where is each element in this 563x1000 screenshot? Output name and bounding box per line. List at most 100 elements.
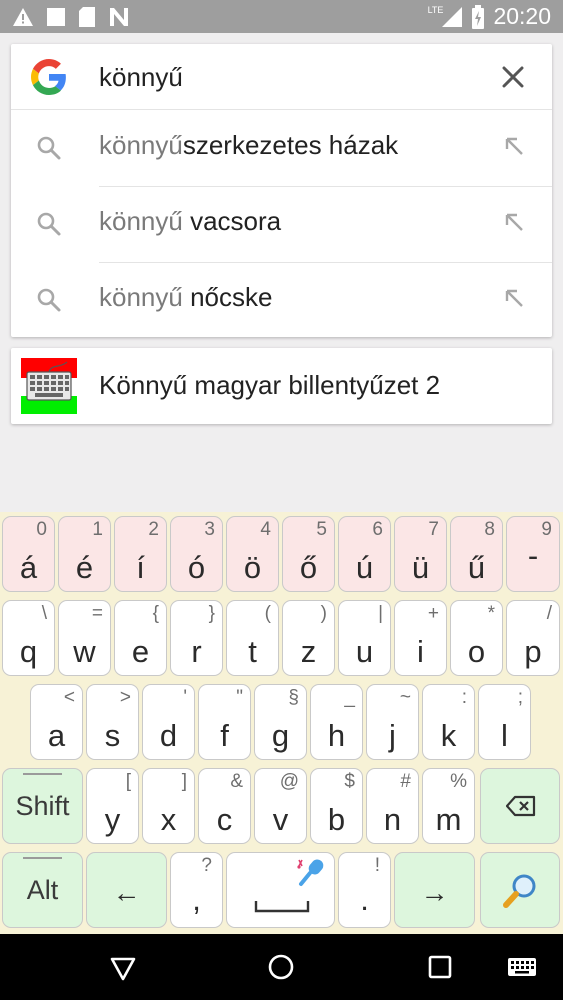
space-key[interactable]: [226, 852, 335, 928]
key-s[interactable]: > s: [86, 684, 139, 760]
key-y[interactable]: [y: [86, 768, 139, 844]
key-i[interactable]: + i: [394, 600, 447, 676]
key-b[interactable]: $ b: [310, 768, 363, 844]
key-sub-label: <: [63, 687, 75, 708]
key-h[interactable]: _ h: [310, 684, 363, 760]
shift-key[interactable]: Shift: [2, 768, 83, 844]
key-k[interactable]: :k: [422, 684, 475, 760]
search-key[interactable]: [480, 852, 560, 928]
key-label: j: [389, 718, 396, 753]
keyboard-switch-icon[interactable]: [505, 950, 539, 984]
key-label: w: [73, 634, 96, 669]
key-label: n: [383, 802, 402, 837]
key-z[interactable]: ) z: [282, 600, 335, 676]
key-iacute[interactable]: 2í: [114, 516, 167, 592]
fill-query-arrow-icon[interactable]: [502, 210, 526, 234]
search-input[interactable]: [99, 58, 479, 96]
key-sub-label: $: [344, 771, 355, 792]
key-uacute[interactable]: 6ú: [338, 516, 391, 592]
suggestion-item[interactable]: könnyű nőcske: [11, 262, 552, 338]
key-g[interactable]: § g: [254, 684, 307, 760]
key-label: í: [136, 550, 145, 585]
key-q[interactable]: \ q: [2, 600, 55, 676]
key-hyphen[interactable]: 9-: [506, 516, 560, 592]
key-w[interactable]: = w: [58, 600, 111, 676]
key-ouml[interactable]: 4ö: [226, 516, 279, 592]
key-label: d: [159, 718, 178, 753]
fill-query-arrow-icon[interactable]: [502, 134, 526, 158]
home-icon[interactable]: [264, 950, 298, 984]
suggestion-query-part: könnyű: [99, 130, 183, 160]
key-o[interactable]: * o: [450, 600, 503, 676]
suggestion-completion: nőcske: [182, 282, 273, 312]
key-oacute[interactable]: 3ó: [170, 516, 223, 592]
key-sub-label: 1: [92, 519, 103, 540]
key-aacute[interactable]: 0á: [2, 516, 55, 592]
right-arrow-key[interactable]: →: [394, 852, 475, 928]
key-odblac[interactable]: 5ő: [282, 516, 335, 592]
key-v[interactable]: @ v: [254, 768, 307, 844]
key-f[interactable]: " f: [198, 684, 251, 760]
search-card: könnyűszerkezetes házak könnyű vacsora k…: [11, 44, 552, 337]
suggestion-query-part: könnyű: [99, 206, 183, 236]
alt-indicator: [23, 857, 62, 859]
key-sub-label: ): [320, 603, 327, 624]
key-period[interactable]: !.: [338, 852, 391, 928]
suggestion-item[interactable]: könnyű vacsora: [11, 186, 552, 262]
key-j[interactable]: ~ j: [366, 684, 419, 760]
key-sub-label: >: [119, 687, 131, 708]
key-l[interactable]: ; l: [478, 684, 531, 760]
fill-query-arrow-icon[interactable]: [502, 286, 526, 310]
clear-search-icon[interactable]: [498, 62, 528, 92]
key-t[interactable]: (t: [226, 600, 279, 676]
search-bar: [11, 44, 552, 110]
key-x[interactable]: ] x: [142, 768, 195, 844]
key-label: i: [417, 634, 424, 669]
key-a[interactable]: < a: [30, 684, 83, 760]
key-label: m: [435, 802, 462, 837]
key-uuml[interactable]: 7ü: [394, 516, 447, 592]
alt-key[interactable]: Alt: [2, 852, 83, 928]
clock: 20:20: [493, 3, 551, 29]
key-e[interactable]: {e: [114, 600, 167, 676]
key-eacute[interactable]: 1é: [58, 516, 111, 592]
suggestion-query-part: könnyű: [99, 282, 183, 312]
left-arrow-key[interactable]: ←: [86, 852, 167, 928]
key-comma[interactable]: ?,: [170, 852, 223, 928]
key-sub-label: !: [374, 855, 380, 876]
key-label: ú: [355, 550, 374, 585]
battery-icon: [472, 4, 485, 29]
key-sub-label: \: [41, 603, 47, 624]
search-icon: [37, 288, 61, 312]
backspace-key[interactable]: [480, 768, 560, 844]
key-udblac[interactable]: 8ű: [450, 516, 503, 592]
key-label: é: [75, 550, 94, 585]
key-sub-label: 4: [260, 519, 271, 540]
magnifier-icon: [503, 874, 536, 908]
key-p[interactable]: / p: [506, 600, 560, 676]
key-sub-label: *: [487, 603, 495, 624]
app-result-item[interactable]: Könnyű magyar billentyűzet 2: [11, 348, 552, 424]
key-label: r: [191, 634, 202, 669]
key-label: b: [327, 802, 346, 837]
key-n[interactable]: # n: [366, 768, 419, 844]
key-label: k: [440, 718, 457, 753]
key-r[interactable]: } r: [170, 600, 223, 676]
suggestion-item[interactable]: könnyűszerkezetes házak: [11, 110, 552, 186]
key-label: f: [220, 718, 229, 753]
key-m[interactable]: % m: [422, 768, 475, 844]
key-label: ű: [467, 550, 486, 585]
key-label: p: [524, 634, 542, 669]
back-icon[interactable]: [106, 950, 140, 984]
recents-icon[interactable]: [423, 950, 457, 984]
key-sub-label: 9: [541, 519, 552, 540]
key-d[interactable]: ' d: [142, 684, 195, 760]
suggestion-completion: vacsora: [182, 206, 282, 236]
key-label: a: [47, 718, 66, 753]
key-label: g: [271, 718, 290, 753]
key-sub-label: §: [288, 687, 299, 708]
suggestion-text: könnyű vacsora: [99, 206, 281, 237]
key-sub-label: %: [450, 771, 467, 792]
key-u[interactable]: | u: [338, 600, 391, 676]
key-c[interactable]: & c: [198, 768, 251, 844]
